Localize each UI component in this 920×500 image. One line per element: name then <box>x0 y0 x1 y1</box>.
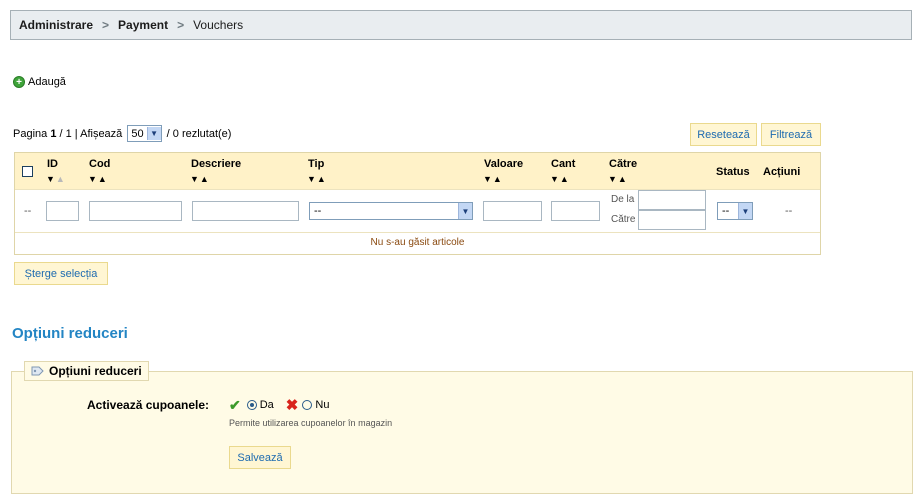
enable-coupons-label: Activează cupoanele: <box>87 398 210 412</box>
save-button[interactable]: Salvează <box>229 446 291 469</box>
tag-icon <box>31 366 44 376</box>
delete-selection-button[interactable]: Șterge selecția <box>14 262 108 285</box>
filter-status-value: -- <box>722 205 730 217</box>
col-code: Cod <box>89 158 111 170</box>
section-title: Opțiuni reduceri <box>12 325 128 342</box>
options-fieldset <box>11 371 913 494</box>
sort-to-icon[interactable]: ▼▲ <box>608 175 628 184</box>
radio-yes[interactable] <box>246 400 257 410</box>
filter-type-value: -- <box>314 205 322 217</box>
sort-type-icon[interactable]: ▼▲ <box>307 175 327 184</box>
date-from-label: De la <box>611 194 635 205</box>
col-status: Status <box>716 166 750 178</box>
col-value: Valoare <box>484 158 524 170</box>
breadcrumb-separator-icon: > <box>177 18 185 32</box>
table-header: ID ▼▲ Cod ▼▲ Descriere ▼▲ Tip ▼▲ Valoare… <box>15 153 820 189</box>
breadcrumb-separator-icon: > <box>102 18 110 32</box>
filter-value-input[interactable] <box>483 201 542 221</box>
radio-no-label: Nu <box>315 399 330 411</box>
col-qty: Cant <box>551 158 576 170</box>
cross-icon: ✖ <box>285 397 299 414</box>
pagination: Pagina 1 / 1 | Afișează 50 ▼ / 0 rezluta… <box>13 125 231 142</box>
sort-value-icon[interactable]: ▼▲ <box>483 175 503 184</box>
filter-status-select[interactable]: -- ▼ <box>717 202 753 220</box>
filter-checkbox-placeholder: -- <box>24 205 32 217</box>
add-label: Adaugă <box>28 76 66 88</box>
filter-date-to-input[interactable] <box>638 210 706 230</box>
filter-id-input[interactable] <box>46 201 79 221</box>
col-actions: Acțiuni <box>763 166 801 178</box>
chevron-down-icon: ▼ <box>458 203 472 219</box>
radio-yes-label: Da <box>259 399 274 411</box>
page-total: / 1 | Afișează <box>56 127 126 140</box>
reset-button[interactable]: Resetează <box>690 123 757 146</box>
empty-message: Nu s-au găsit articole <box>15 232 820 255</box>
enable-coupons-options: ✔ Da ✖ Nu <box>229 396 330 415</box>
breadcrumb: Administrare > Payment > Vouchers <box>10 10 912 40</box>
col-type: Tip <box>308 158 325 170</box>
fieldset-legend-label: Opțiuni reduceri <box>49 364 142 378</box>
per-page-select[interactable]: 50 ▼ <box>127 125 162 142</box>
filter-button[interactable]: Filtrează <box>761 123 821 146</box>
add-button[interactable]: + Adaugă <box>13 76 66 88</box>
sort-code-icon[interactable]: ▼▲ <box>88 175 108 184</box>
filter-description-input[interactable] <box>192 201 299 221</box>
vouchers-table: ID ▼▲ Cod ▼▲ Descriere ▼▲ Tip ▼▲ Valoare… <box>14 152 821 255</box>
filter-date-from-input[interactable] <box>638 190 706 210</box>
chevron-down-icon: ▼ <box>146 127 161 140</box>
sort-qty-icon[interactable]: ▼▲ <box>550 175 570 184</box>
breadcrumb-item-vouchers: Vouchers <box>193 18 244 32</box>
results-count: / 0 rezlutat(e) <box>163 127 232 140</box>
check-icon: ✔ <box>229 396 241 413</box>
chevron-down-icon: ▼ <box>738 203 752 219</box>
breadcrumb-item-admin[interactable]: Administrare <box>19 18 93 32</box>
sort-description-icon[interactable]: ▼▲ <box>190 175 210 184</box>
breadcrumb-item-payment[interactable]: Payment <box>118 18 168 32</box>
col-id: ID <box>47 158 58 170</box>
fieldset-legend: Opțiuni reduceri <box>24 361 149 381</box>
select-all-checkbox[interactable] <box>22 166 33 177</box>
radio-no[interactable] <box>302 400 313 410</box>
per-page-value: 50 <box>131 127 144 140</box>
filter-actions-placeholder: -- <box>785 205 793 217</box>
enable-coupons-hint: Permite utilizarea cupoanelor în magazin <box>229 418 393 428</box>
filter-row: -- -- ▼ De la Către -- ▼ -- <box>15 189 820 232</box>
col-to: Către <box>609 158 638 170</box>
date-to-label: Către <box>611 214 636 225</box>
filter-type-select[interactable]: -- ▼ <box>309 202 473 220</box>
plus-icon: + <box>13 76 25 88</box>
col-description: Descriere <box>191 158 242 170</box>
filter-qty-input[interactable] <box>551 201 600 221</box>
page-prefix: Pagina <box>13 127 48 140</box>
sort-id-icon[interactable]: ▼▲ <box>46 175 66 184</box>
filter-code-input[interactable] <box>89 201 182 221</box>
